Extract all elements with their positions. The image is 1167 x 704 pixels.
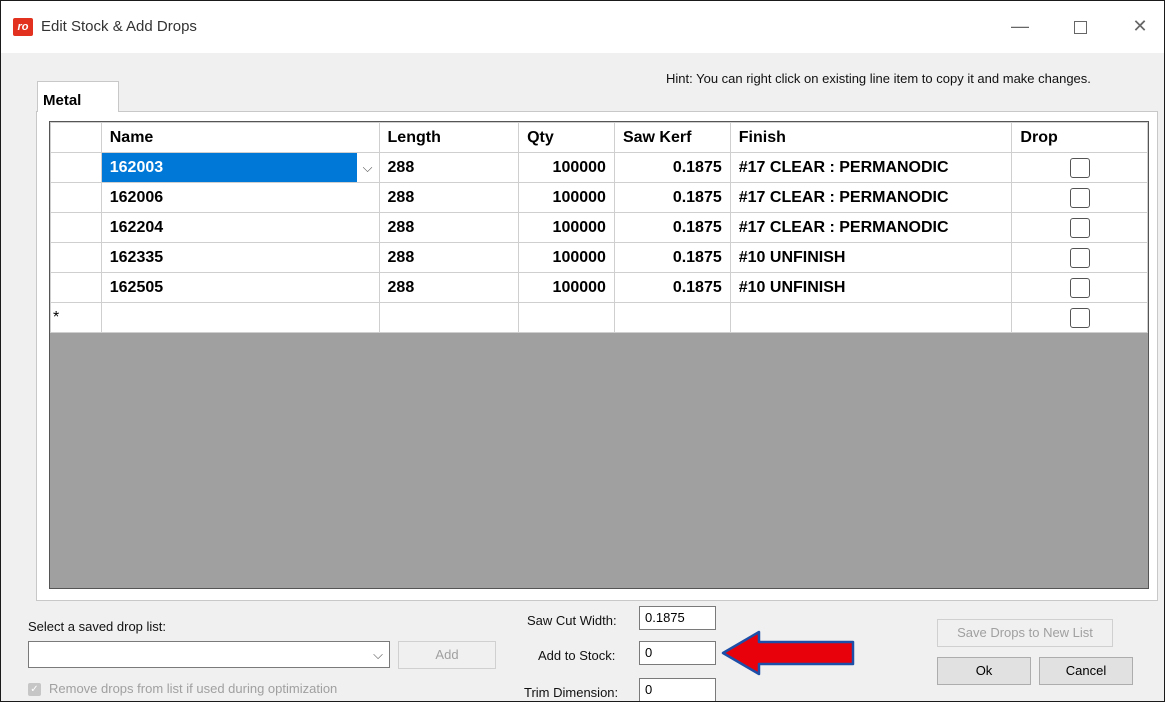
saw-kerf-cell[interactable]: 0.1875 [613,152,731,183]
remove-drops-checkbox[interactable]: ✓ [28,683,41,697]
column-header-finish[interactable]: Finish [729,122,1013,153]
qty-cell[interactable]: 100000 [518,242,615,273]
finish-cell[interactable]: #17 CLEAR : PERMANODIC [729,152,1013,183]
drop-checkbox[interactable] [1069,217,1090,238]
trim-dimension-label: Trim Dimension: [524,685,619,700]
finish-cell[interactable]: #10 UNFINISH [729,272,1013,303]
edit-stock-window: ro Edit Stock & Add Drops — ✕ Hint: You … [0,0,1165,702]
length-cell[interactable]: 288 [378,212,520,243]
table-row[interactable]: 162003 ⌵ 288 100000 0.1875 #17 CLEAR : PE… [50,152,1148,183]
drop-checkbox-cell[interactable] [1011,212,1148,243]
saw-cut-width-input[interactable]: 0.1875 [639,606,716,630]
row-header[interactable] [50,272,102,303]
column-header-saw-kerf[interactable]: Saw Kerf [613,122,731,153]
row-header[interactable] [50,182,102,213]
name-cell[interactable]: 162006 [100,182,380,213]
name-cell-combo[interactable]: 162003 ⌵ [100,152,380,183]
stock-grid[interactable]: Name Length Qty Saw Kerf Finish Drop 162… [49,121,1149,589]
left-arrow-icon [721,630,855,676]
row-header[interactable] [50,212,102,243]
saw-kerf-cell[interactable]: 0.1875 [613,182,731,213]
window-title: Edit Stock & Add Drops [41,18,197,35]
app-logo-icon: ro [13,18,33,36]
qty-cell[interactable]: 100000 [518,272,615,303]
drop-checkbox-cell[interactable] [1011,302,1148,333]
row-header-corner [50,122,102,153]
remove-drops-checkbox-row[interactable]: ✓ Remove drops from list if used during o… [28,681,338,697]
drop-checkbox-cell[interactable] [1011,152,1148,183]
chevron-down-icon[interactable]: ⌵ [373,647,383,663]
qty-cell[interactable]: 100000 [518,152,615,183]
drop-checkbox[interactable] [1069,187,1090,208]
saw-cut-width-label: Saw Cut Width: [527,613,617,628]
name-value: 162003 [109,158,164,176]
row-header[interactable] [50,242,102,273]
title-bar: ro Edit Stock & Add Drops — ✕ [1,1,1164,53]
header-row: Name Length Qty Saw Kerf Finish Drop [50,122,1148,153]
finish-cell[interactable]: #10 UNFINISH [729,242,1013,273]
name-cell[interactable]: 162335 [100,242,380,273]
column-header-length[interactable]: Length [378,122,520,153]
drop-checkbox[interactable] [1069,247,1090,268]
maximize-icon [1073,20,1087,34]
new-row-marker[interactable]: * [50,302,102,333]
add-to-stock-input[interactable]: 0 [639,641,716,665]
column-header-name[interactable]: Name [100,122,380,153]
name-cell[interactable]: 162505 [100,272,380,303]
length-cell[interactable]: 288 [378,182,520,213]
drop-list-select[interactable]: ⌵ [28,641,390,668]
finish-cell[interactable]: #17 CLEAR : PERMANODIC [729,182,1013,213]
new-row[interactable]: * [50,302,1148,333]
saw-kerf-cell[interactable]: 0.1875 [613,212,731,243]
table-row[interactable]: 162505 288 100000 0.1875 #10 UNFINISH [50,272,1148,303]
drop-checkbox[interactable] [1069,157,1090,178]
qty-cell[interactable]: 100000 [518,212,615,243]
table-row[interactable]: 162335 288 100000 0.1875 #10 UNFINISH [50,242,1148,273]
cancel-button[interactable]: Cancel [1039,657,1133,685]
drop-checkbox[interactable] [1069,307,1090,328]
drop-list-label: Select a saved drop list: [28,619,167,634]
saw-kerf-cell[interactable]: 0.1875 [613,272,731,303]
chevron-down-icon[interactable]: ⌵ [356,153,379,182]
table-row[interactable]: 162006 288 100000 0.1875 #17 CLEAR : PER… [50,182,1148,213]
minimize-button[interactable]: — [997,11,1043,41]
ok-button[interactable]: Ok [937,657,1031,685]
hint-text: Hint: You can right click on existing li… [666,71,1091,86]
stock-table: Name Length Qty Saw Kerf Finish Drop 162… [50,122,1148,333]
length-cell[interactable]: 288 [378,242,520,273]
trim-dimension-input[interactable]: 0 [639,678,716,701]
row-header[interactable] [50,152,102,183]
qty-cell[interactable]: 100000 [518,182,615,213]
drop-checkbox-cell[interactable] [1011,182,1148,213]
drop-checkbox[interactable] [1069,277,1090,298]
drop-checkbox-cell[interactable] [1011,242,1148,273]
length-cell[interactable] [378,302,520,333]
length-cell[interactable]: 288 [378,272,520,303]
add-to-stock-label: Add to Stock: [538,648,616,663]
length-cell[interactable]: 288 [378,152,520,183]
finish-cell[interactable] [729,302,1013,333]
asterisk-icon: * [53,308,60,326]
table-row[interactable]: 162204 288 100000 0.1875 #17 CLEAR : PER… [50,212,1148,243]
drop-checkbox-cell[interactable] [1011,272,1148,303]
close-button[interactable]: ✕ [1117,11,1163,41]
column-header-qty[interactable]: Qty [518,122,615,153]
column-header-drop[interactable]: Drop [1011,122,1148,153]
tab-label: Metal [43,92,82,109]
name-cell[interactable]: 162204 [100,212,380,243]
save-drops-to-new-list-button[interactable]: Save Drops to New List [937,619,1113,647]
qty-cell[interactable] [518,302,615,333]
name-cell[interactable] [100,302,380,333]
add-button[interactable]: Add [398,641,496,669]
saw-kerf-cell[interactable]: 0.1875 [613,242,731,273]
maximize-button[interactable] [1057,11,1103,41]
saw-kerf-cell[interactable] [613,302,731,333]
remove-drops-label: Remove drops from list if used during op… [49,681,338,696]
finish-cell[interactable]: #17 CLEAR : PERMANODIC [729,212,1013,243]
tab-metal[interactable]: Metal [37,81,119,112]
